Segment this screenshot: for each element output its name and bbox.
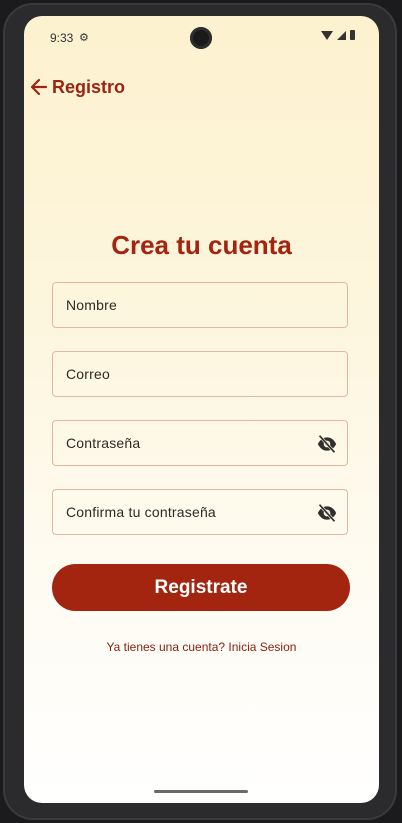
login-link[interactable]: Ya tienes una cuenta? Inicia Sesion bbox=[24, 640, 379, 654]
confirm-password-field[interactable]: Confirma tu contraseña bbox=[52, 489, 348, 535]
arrow-left-icon[interactable] bbox=[30, 76, 48, 98]
name-field[interactable]: Nombre bbox=[52, 282, 348, 328]
password-field-label: Contraseña bbox=[66, 435, 141, 451]
eye-off-icon[interactable] bbox=[317, 434, 337, 454]
status-indicators bbox=[321, 30, 355, 40]
email-field-label: Correo bbox=[66, 366, 110, 382]
register-button[interactable]: Registrate bbox=[52, 564, 350, 611]
email-field[interactable]: Correo bbox=[52, 351, 348, 397]
confirm-password-field-label: Confirma tu contraseña bbox=[66, 504, 216, 520]
eye-off-icon[interactable] bbox=[317, 503, 337, 523]
screen: 9:33 ⚙ Registro Crea tu cuenta Nombre Co… bbox=[24, 16, 379, 803]
password-field[interactable]: Contraseña bbox=[52, 420, 348, 466]
app-bar-title: Registro bbox=[52, 77, 126, 97]
camera-cutout bbox=[190, 27, 212, 49]
battery-icon bbox=[350, 30, 355, 40]
home-indicator[interactable] bbox=[154, 790, 248, 793]
name-field-label: Nombre bbox=[66, 297, 117, 313]
wifi-icon bbox=[321, 30, 333, 40]
status-bar: 9:33 ⚙ bbox=[24, 16, 379, 60]
status-time: 9:33 bbox=[50, 31, 74, 45]
page-title: Crea tu cuenta bbox=[111, 230, 292, 260]
gear-icon: ⚙ bbox=[79, 32, 89, 44]
signal-icon bbox=[337, 30, 346, 40]
